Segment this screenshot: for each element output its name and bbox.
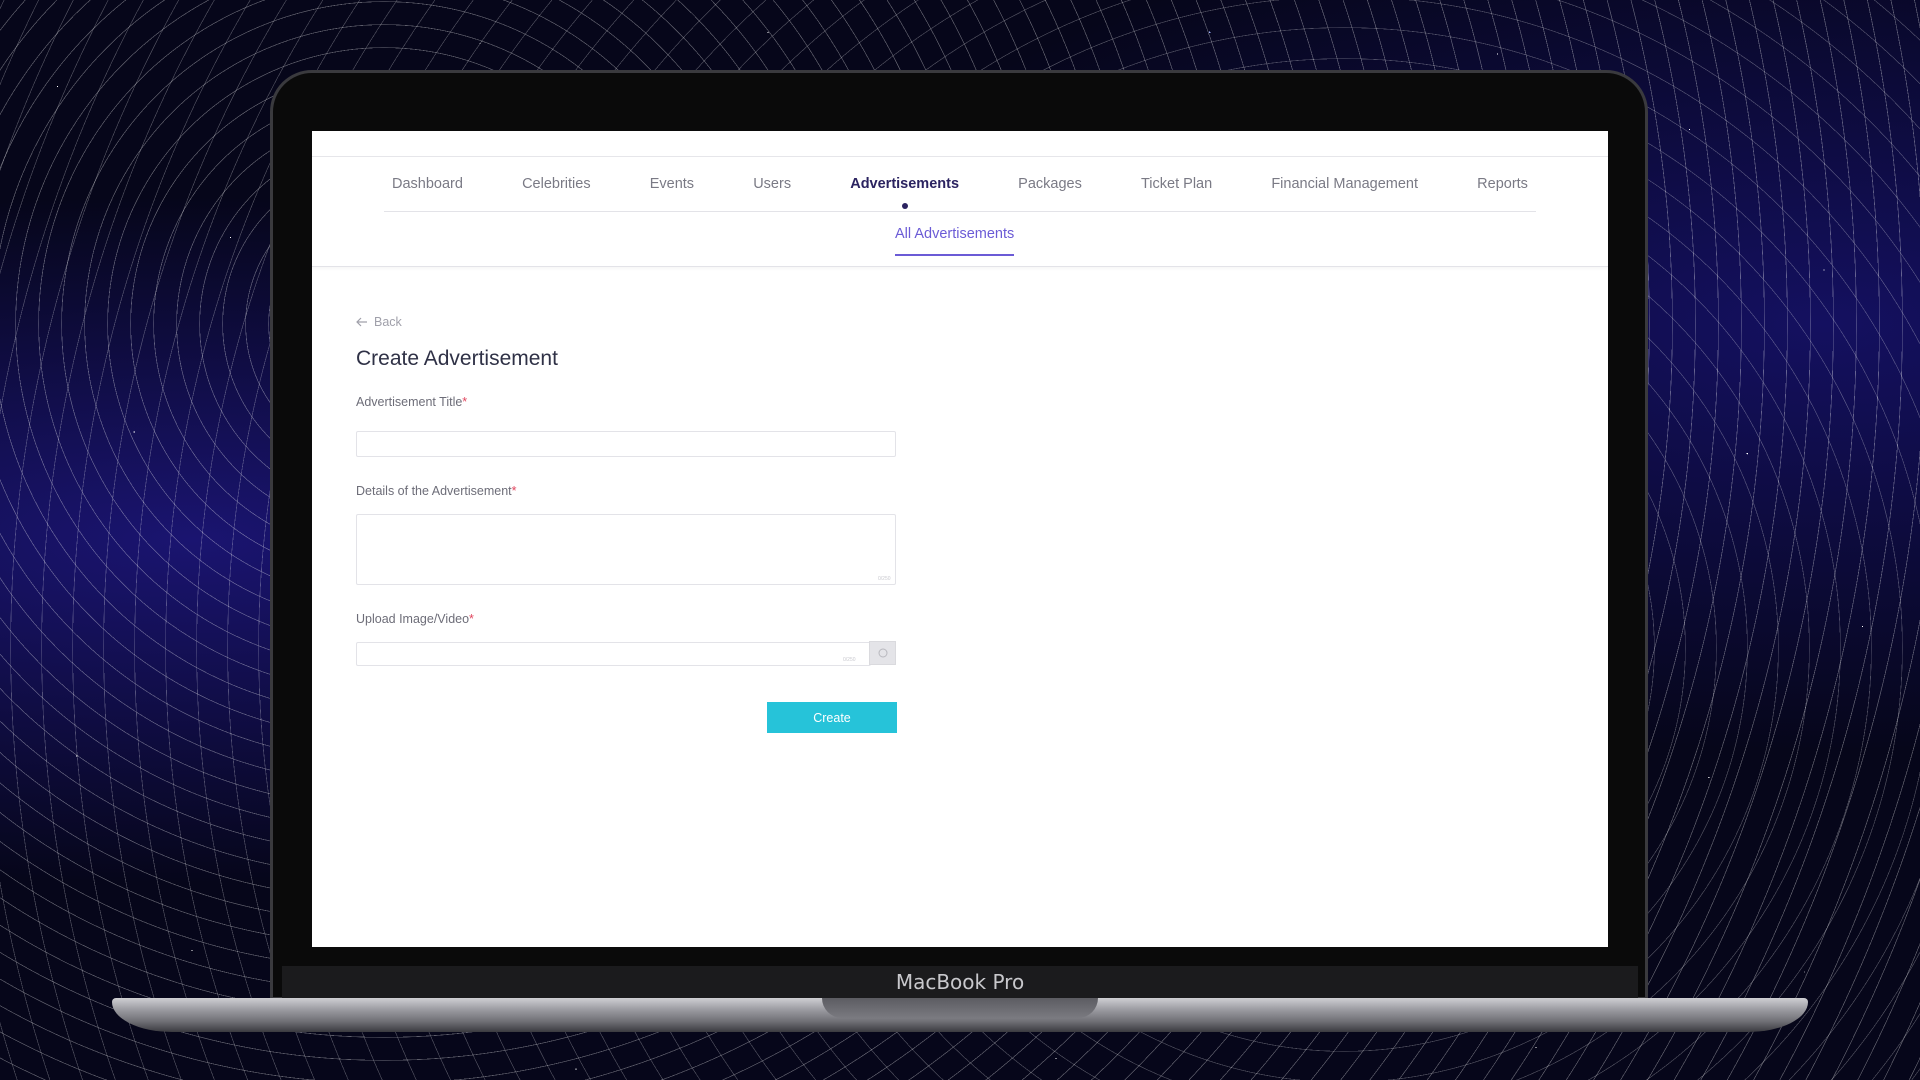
tab-all-advertisements[interactable]: All Advertisements [895,226,1015,256]
nav-item-reports[interactable]: Reports [1477,176,1528,192]
nav-item-packages[interactable]: Packages [1018,176,1082,192]
nav-item-users[interactable]: Users [753,176,791,192]
required-mark: * [462,395,468,409]
sub-nav: All Advertisements [312,212,1608,267]
main-nav: Dashboard Celebrities Events Users Adver… [384,157,1536,212]
top-strip [312,131,1608,157]
advertisement-title-label: Advertisement Title* [356,395,467,409]
back-link[interactable]: Back [356,315,402,329]
nav-item-dashboard[interactable]: Dashboard [392,176,463,192]
details-label-text: Details of the Advertisement [356,484,512,498]
upload-button[interactable] [869,641,896,665]
laptop-notch [822,998,1098,1018]
nav-item-events[interactable]: Events [650,176,694,192]
back-label: Back [374,315,402,329]
device-brand-label: MacBook Pro [895,970,1025,994]
required-mark: * [511,484,517,498]
advertisement-title-input[interactable] [356,431,896,457]
arrow-left-icon [356,317,367,327]
upload-icon [878,648,887,658]
nav-item-celebrities[interactable]: Celebrities [522,176,591,192]
details-char-counter: 0/250 [878,576,891,582]
nav-item-advertisements[interactable]: Advertisements [850,176,959,209]
required-mark: * [469,612,474,626]
nav-item-financial-management[interactable]: Financial Management [1271,176,1418,192]
details-textarea[interactable] [356,514,896,585]
upload-label-text: Upload Image/Video [356,612,470,626]
upload-char-counter: 0/250 [843,657,856,663]
app-screen: Dashboard Celebrities Events Users Adver… [312,131,1608,947]
nav-item-ticket-plan[interactable]: Ticket Plan [1141,176,1212,192]
create-button[interactable]: Create [767,702,897,733]
upload-label: Upload Image/Video* [356,612,474,626]
advertisement-title-label-text: Advertisement Title [356,395,463,409]
upload-file-input[interactable] [356,642,871,666]
details-label: Details of the Advertisement* [356,484,517,498]
page-title: Create Advertisement [356,347,558,370]
